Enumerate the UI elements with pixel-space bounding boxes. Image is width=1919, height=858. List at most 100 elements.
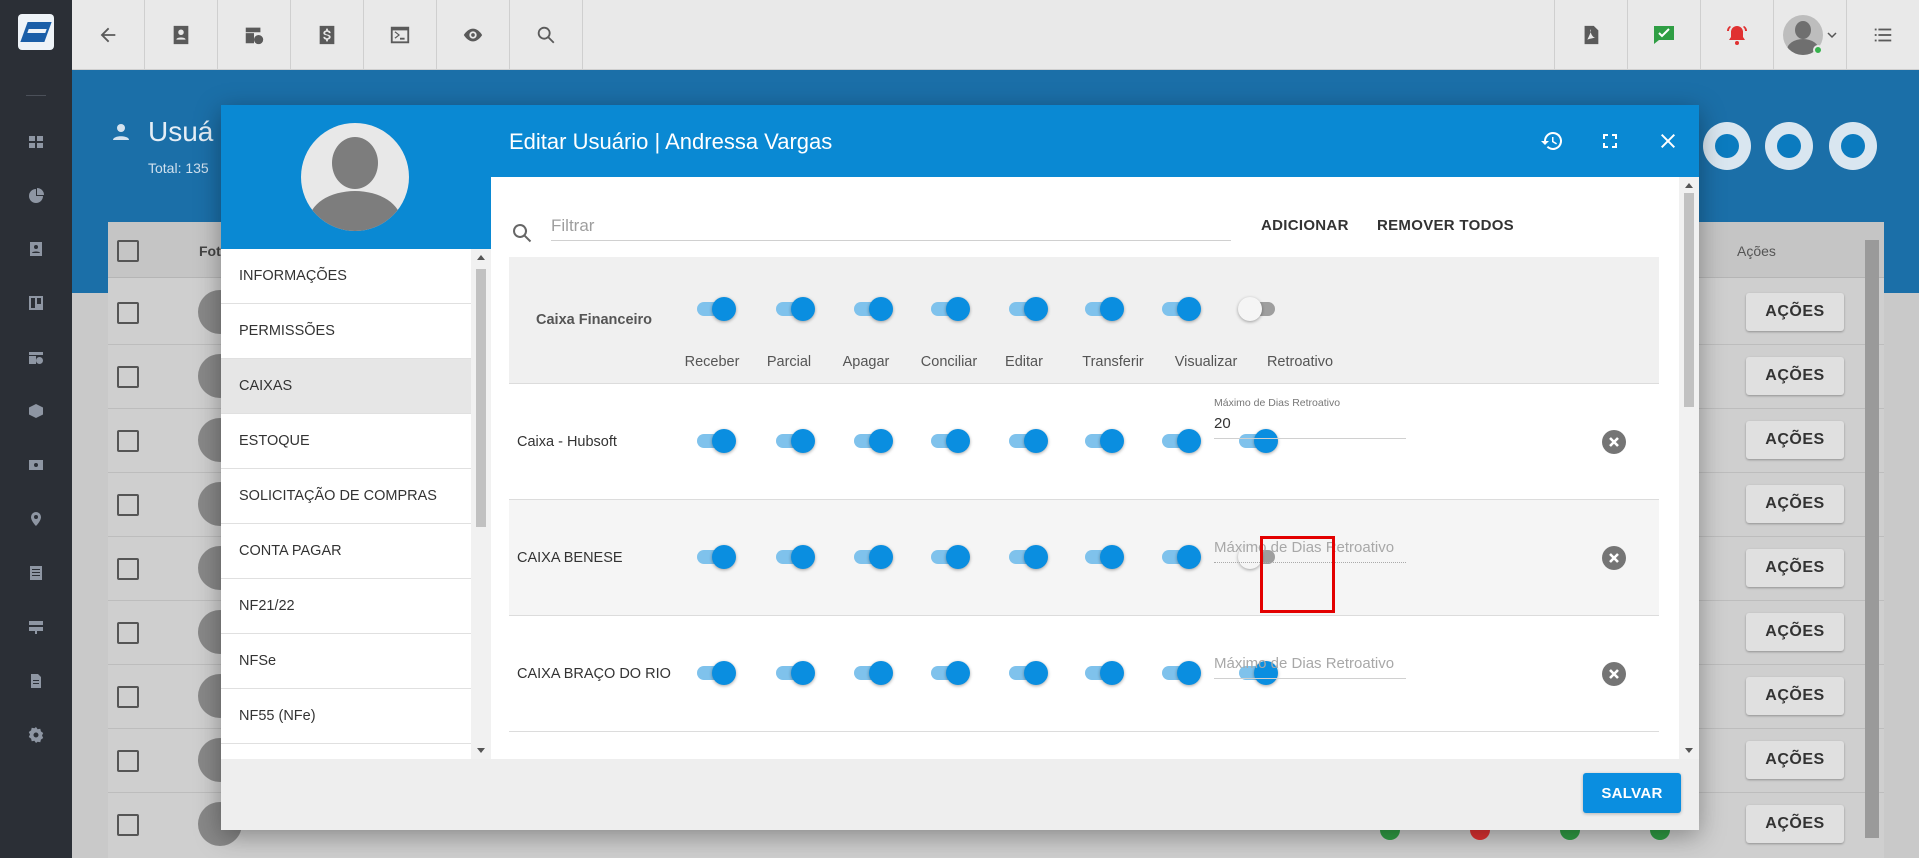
board-icon[interactable] bbox=[27, 294, 45, 312]
row-actions-button[interactable]: AÇÕES bbox=[1746, 549, 1844, 587]
money-icon[interactable] bbox=[27, 456, 45, 474]
max-days-input[interactable] bbox=[1214, 649, 1406, 679]
toggle-conciliar[interactable] bbox=[930, 429, 970, 453]
toggle-all-transferir[interactable] bbox=[1084, 297, 1124, 321]
search-icon[interactable] bbox=[510, 0, 583, 70]
toggle-all-conciliar[interactable] bbox=[930, 297, 970, 321]
toggle-all-receber[interactable] bbox=[696, 297, 736, 321]
toggle-parcial[interactable] bbox=[775, 545, 815, 569]
add-button[interactable]: ADICIONAR bbox=[1261, 217, 1349, 234]
remove-caixa-icon[interactable] bbox=[1602, 430, 1626, 454]
toggle-parcial[interactable] bbox=[775, 429, 815, 453]
toggle-apagar[interactable] bbox=[853, 661, 893, 685]
close-icon[interactable] bbox=[1654, 127, 1682, 155]
toggle-visualizar[interactable] bbox=[1161, 429, 1201, 453]
settings-icon[interactable] bbox=[27, 726, 45, 744]
toggle-apagar[interactable] bbox=[853, 545, 893, 569]
server-icon[interactable] bbox=[27, 618, 45, 636]
toggle-visualizar[interactable] bbox=[1161, 661, 1201, 685]
toggle-receber[interactable] bbox=[696, 661, 736, 685]
save-button[interactable]: SALVAR bbox=[1583, 773, 1681, 813]
calendar-clock-icon[interactable] bbox=[218, 0, 291, 70]
menu-item-permissoes[interactable]: PERMISSÕES bbox=[221, 304, 471, 359]
scrollbar-thumb[interactable] bbox=[476, 269, 486, 527]
chat-check-icon[interactable] bbox=[1627, 0, 1700, 70]
calendar-clock-icon[interactable] bbox=[27, 348, 45, 366]
pdf-icon[interactable] bbox=[1554, 0, 1627, 70]
row-checkbox[interactable] bbox=[117, 750, 139, 772]
toggle-transferir[interactable] bbox=[1084, 661, 1124, 685]
dashboard-icon[interactable] bbox=[27, 133, 45, 151]
menu-item-informacoes[interactable]: INFORMAÇÕES bbox=[221, 249, 471, 304]
row-checkbox[interactable] bbox=[117, 558, 139, 580]
remove-all-button[interactable]: REMOVER TODOS bbox=[1377, 217, 1514, 234]
menu-item-nf55[interactable]: NF55 (NFe) bbox=[221, 689, 471, 744]
back-arrow-icon[interactable] bbox=[72, 0, 145, 70]
scroll-down-arrow-icon[interactable] bbox=[477, 748, 485, 753]
toggle-parcial[interactable] bbox=[775, 661, 815, 685]
add-fab-button[interactable] bbox=[1703, 122, 1751, 170]
remove-caixa-icon[interactable] bbox=[1602, 662, 1626, 686]
row-checkbox[interactable] bbox=[117, 430, 139, 452]
row-checkbox[interactable] bbox=[117, 366, 139, 388]
row-actions-button[interactable]: AÇÕES bbox=[1746, 805, 1844, 843]
toggle-all-visualizar[interactable] bbox=[1161, 297, 1201, 321]
menu-item-solicitacao-compras[interactable]: SOLICITAÇÃO DE COMPRAS bbox=[221, 469, 471, 524]
row-checkbox[interactable] bbox=[117, 622, 139, 644]
toggle-editar[interactable] bbox=[1008, 545, 1048, 569]
app-logo[interactable] bbox=[18, 14, 54, 50]
remove-caixa-icon[interactable] bbox=[1602, 546, 1626, 570]
select-all-checkbox[interactable] bbox=[117, 240, 139, 262]
row-actions-button[interactable]: AÇÕES bbox=[1746, 677, 1844, 715]
contact-card-icon[interactable] bbox=[27, 240, 45, 258]
menu-item-conta-pagar[interactable]: CONTA PAGAR bbox=[221, 524, 471, 579]
eye-icon[interactable] bbox=[437, 0, 510, 70]
toggle-all-retroativo[interactable] bbox=[1238, 297, 1278, 321]
history-icon[interactable] bbox=[1538, 127, 1566, 155]
toggle-editar[interactable] bbox=[1008, 661, 1048, 685]
content-scrollbar[interactable] bbox=[1679, 177, 1699, 759]
row-actions-button[interactable]: AÇÕES bbox=[1746, 421, 1844, 459]
filter-fab-button[interactable] bbox=[1765, 122, 1813, 170]
toggle-conciliar[interactable] bbox=[930, 661, 970, 685]
toggle-visualizar[interactable] bbox=[1161, 545, 1201, 569]
map-pin-icon[interactable] bbox=[27, 510, 45, 528]
list-icon[interactable] bbox=[27, 564, 45, 582]
toggle-all-parcial[interactable] bbox=[775, 297, 815, 321]
scrollbar-thumb[interactable] bbox=[1684, 193, 1694, 407]
menu-item-nfse[interactable]: NFSe bbox=[221, 634, 471, 689]
row-actions-button[interactable]: AÇÕES bbox=[1746, 293, 1844, 331]
toggle-conciliar[interactable] bbox=[930, 545, 970, 569]
pie-chart-icon[interactable] bbox=[27, 187, 45, 205]
table-scrollbar[interactable] bbox=[1865, 240, 1879, 838]
row-actions-button[interactable]: AÇÕES bbox=[1746, 357, 1844, 395]
row-actions-button[interactable]: AÇÕES bbox=[1746, 613, 1844, 651]
toggle-receber[interactable] bbox=[696, 545, 736, 569]
toggle-editar[interactable] bbox=[1008, 429, 1048, 453]
row-checkbox[interactable] bbox=[117, 302, 139, 324]
menu-item-estoque[interactable]: ESTOQUE bbox=[221, 414, 471, 469]
scroll-up-arrow-icon[interactable] bbox=[1685, 183, 1693, 188]
toggle-all-apagar[interactable] bbox=[853, 297, 893, 321]
row-checkbox[interactable] bbox=[117, 494, 139, 516]
toggle-transferir[interactable] bbox=[1084, 545, 1124, 569]
toggle-receber[interactable] bbox=[696, 429, 736, 453]
scroll-up-arrow-icon[interactable] bbox=[477, 255, 485, 260]
contact-card-icon[interactable] bbox=[145, 0, 218, 70]
menu-lines-icon[interactable] bbox=[1846, 0, 1919, 70]
toggle-apagar[interactable] bbox=[853, 429, 893, 453]
dollar-icon[interactable] bbox=[291, 0, 364, 70]
terminal-icon[interactable] bbox=[364, 0, 437, 70]
package-icon[interactable] bbox=[27, 402, 45, 420]
toggle-all-editar[interactable] bbox=[1008, 297, 1048, 321]
row-checkbox[interactable] bbox=[117, 686, 139, 708]
user-menu[interactable] bbox=[1773, 0, 1846, 70]
menu-scrollbar[interactable] bbox=[471, 249, 491, 759]
refresh-fab-button[interactable] bbox=[1829, 122, 1877, 170]
menu-item-caixas[interactable]: CAIXAS bbox=[221, 359, 471, 414]
scroll-down-arrow-icon[interactable] bbox=[1685, 748, 1693, 753]
document-icon[interactable] bbox=[27, 672, 45, 690]
filter-input[interactable] bbox=[551, 211, 1231, 241]
alarm-bell-icon[interactable] bbox=[1700, 0, 1773, 70]
menu-item-nf21-22[interactable]: NF21/22 bbox=[221, 579, 471, 634]
